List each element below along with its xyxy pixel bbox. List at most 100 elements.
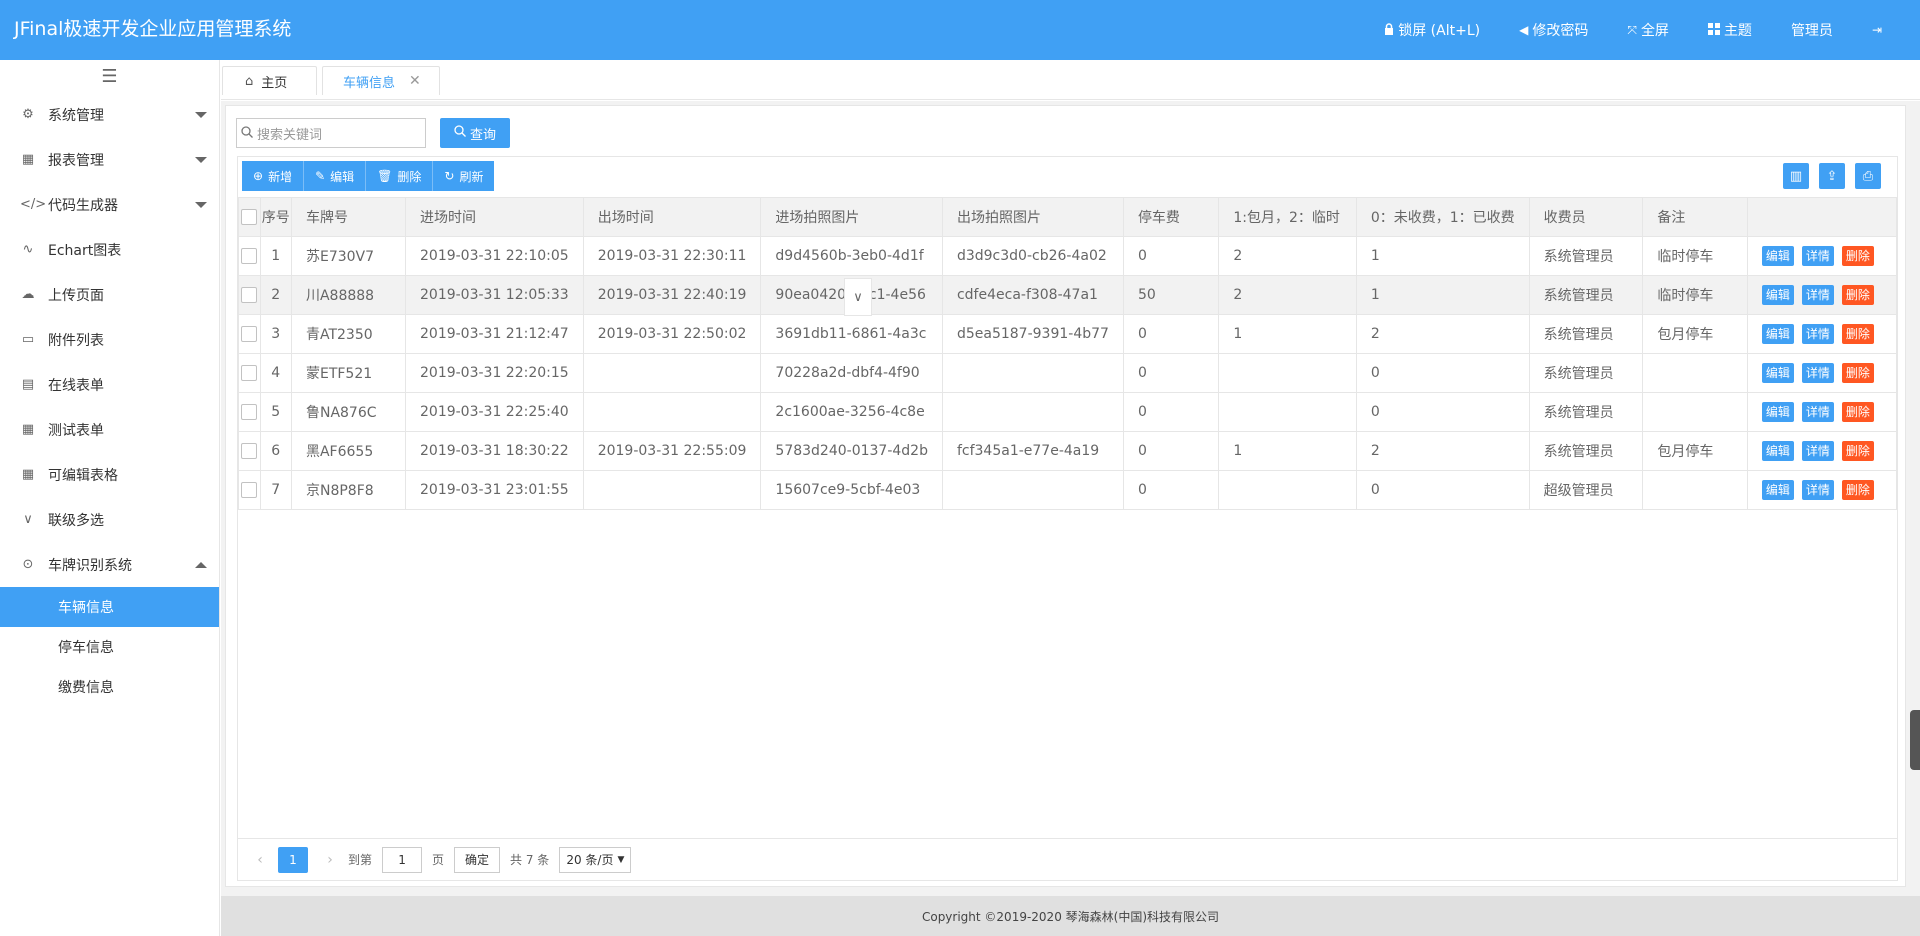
sidebar-item-attachments[interactable]: ▭ 附件列表	[0, 317, 219, 362]
col-header[interactable]: 出场时间	[582, 197, 762, 237]
side-scroll-handle[interactable]	[1910, 710, 1920, 770]
row-detail-button[interactable]: 详情	[1801, 324, 1834, 344]
sidebar-item-echart[interactable]: ∿ Echart图表	[0, 227, 219, 272]
row-delete-button[interactable]: 删除	[1841, 480, 1874, 500]
refresh-button[interactable]: ↻ 刷新	[433, 161, 495, 191]
row-checkbox[interactable]	[238, 353, 261, 393]
logout-button[interactable]: ⇥	[1872, 23, 1886, 37]
goto-page-input[interactable]: 1	[382, 846, 423, 873]
table-header-row: 序号 车牌号 进场时间 出场时间 进场拍照图片 出场拍照图片 停车费 1:包月，…	[238, 197, 1898, 237]
col-header[interactable]: 0：未收费，1：已收费	[1355, 197, 1530, 237]
export-icon[interactable]: ⇪	[1819, 163, 1845, 189]
tab-vehicle-info[interactable]: 车辆信息 ✕	[322, 66, 440, 95]
edit-button[interactable]: ✎ 编辑	[304, 161, 367, 191]
row-delete-button[interactable]: 删除	[1841, 324, 1874, 344]
table-cell: 1	[1355, 275, 1530, 315]
close-icon[interactable]: ✕	[409, 73, 421, 89]
row-detail-button[interactable]: 详情	[1801, 285, 1834, 305]
sidebar-sub-vehicle-info[interactable]: 车辆信息	[0, 587, 219, 627]
sidebar-item-codegen[interactable]: </> 代码生成器	[0, 182, 219, 227]
select-all-checkbox[interactable]	[238, 197, 261, 237]
row-edit-button[interactable]: 编辑	[1761, 324, 1794, 344]
search-button[interactable]: 查询	[440, 118, 510, 148]
page-size-select[interactable]: 20 条/页 ▼	[559, 846, 632, 873]
row-checkbox[interactable]	[238, 236, 261, 276]
row-delete-button[interactable]: 删除	[1841, 441, 1874, 461]
sidebar-item-plate-system[interactable]: ⊙ 车牌识别系统	[0, 542, 219, 587]
row-delete-button[interactable]: 删除	[1841, 246, 1874, 266]
row-checkbox[interactable]	[238, 431, 261, 471]
sidebar-toggle[interactable]: ☰	[0, 60, 219, 92]
col-header[interactable]: 进场拍照图片	[760, 197, 943, 237]
pagination: ‹ 1 › 到第 1 页 确定 共 7 条 20 条/页 ▼	[238, 838, 1897, 880]
table-cell: 包月停车	[1642, 314, 1748, 354]
row-checkbox[interactable]	[238, 392, 261, 432]
row-checkbox[interactable]	[238, 470, 261, 510]
table-cell: 0	[1355, 392, 1530, 432]
sidebar-item-system[interactable]: ⚙ 系统管理	[0, 92, 219, 137]
sidebar-item-report[interactable]: ▦ 报表管理	[0, 137, 219, 182]
table-cell: 2	[1218, 236, 1357, 276]
sidebar-item-online-form[interactable]: ▤ 在线表单	[0, 362, 219, 407]
col-header[interactable]: 收费员	[1528, 197, 1644, 237]
delete-button[interactable]: 🗑 删除	[366, 161, 434, 191]
row-delete-button[interactable]: 删除	[1841, 402, 1874, 422]
sidebar-item-label: 上传页面	[48, 287, 104, 304]
row-edit-button[interactable]: 编辑	[1761, 480, 1794, 500]
col-header[interactable]: 进场时间	[405, 197, 584, 237]
page-number-current[interactable]: 1	[278, 846, 308, 873]
theme-button[interactable]: 主题	[1707, 20, 1752, 40]
row-detail-button[interactable]: 详情	[1801, 246, 1834, 266]
row-detail-button[interactable]: 详情	[1801, 363, 1834, 383]
next-page-icon[interactable]: ›	[320, 852, 340, 868]
sidebar-sub-parking-info[interactable]: 停车信息	[0, 627, 219, 667]
user-menu[interactable]: 管理员	[1791, 20, 1833, 40]
row-edit-button[interactable]: 编辑	[1761, 402, 1794, 422]
col-header[interactable]: 出场拍照图片	[941, 197, 1124, 237]
row-delete-button[interactable]: 删除	[1841, 285, 1874, 305]
search-input[interactable]: 搜索关键词	[236, 118, 426, 148]
table-row[interactable]: 7 京N8P8F8 2019-03-31 23:01:55 15607ce9-5cbf…	[238, 470, 1898, 510]
row-detail-button[interactable]: 详情	[1801, 480, 1834, 500]
table-row[interactable]: 3 青AT2350 2019-03-31 21:12:47 2019-03-31 22…	[238, 314, 1898, 354]
sidebar-item-editable-table[interactable]: ▦ 可编辑表格	[0, 452, 219, 497]
col-header[interactable]: 1:包月，2：临时	[1218, 197, 1357, 237]
table-cell: 临时停车	[1642, 275, 1748, 315]
pencil-icon: ✎	[315, 169, 326, 183]
row-edit-button[interactable]: 编辑	[1761, 363, 1794, 383]
columns-filter-icon[interactable]: ▥	[1783, 163, 1809, 189]
sidebar-sub-payment-info[interactable]: 缴费信息	[0, 667, 219, 707]
row-detail-button[interactable]: 详情	[1801, 441, 1834, 461]
prev-page-icon[interactable]: ‹	[250, 852, 270, 868]
table-row[interactable]: 6 黑AF6655 2019-03-31 18:30:22 2019-03-31 22…	[238, 431, 1898, 471]
row-delete-button[interactable]: 删除	[1841, 363, 1874, 383]
change-password-button[interactable]: ◀ 修改密码	[1519, 20, 1588, 40]
goto-confirm-button[interactable]: 确定	[454, 846, 501, 873]
row-edit-button[interactable]: 编辑	[1761, 441, 1794, 461]
add-button[interactable]: ⊕ 新增	[242, 161, 305, 191]
table-cell	[582, 392, 762, 432]
table-row[interactable]: 4 蒙ETF521 2019-03-31 22:20:15 70228a2d-dbf4…	[238, 353, 1898, 393]
row-edit-button[interactable]: 编辑	[1761, 285, 1794, 305]
col-header[interactable]: 车牌号	[290, 197, 407, 237]
table-row[interactable]: 1 苏E730V7 2019-03-31 22:10:05 2019-03-31 22…	[238, 236, 1898, 276]
row-checkbox[interactable]	[238, 275, 261, 315]
col-header[interactable]: 备注	[1642, 197, 1748, 237]
row-edit-button[interactable]: 编辑	[1761, 246, 1794, 266]
table-row[interactable]: 5 鲁NA876C 2019-03-31 22:25:40 2c1600ae-3256…	[238, 392, 1898, 432]
table-cell	[941, 470, 1124, 510]
sidebar-item-test-form[interactable]: ▦ 测试表单	[0, 407, 219, 452]
fullscreen-button[interactable]: ⤧ 全屏	[1627, 20, 1669, 40]
table-cell: 3691db11-6861-4a3c	[760, 314, 943, 354]
table-toolbar: ⊕ 新增 ✎ 编辑 🗑 删除 ↻ 刷新 ▥ ⇪ ⎙	[238, 157, 1897, 197]
table-row[interactable]: 2 川A88888 2019-03-31 12:05:33 2019-03-31 22…	[238, 275, 1898, 315]
lock-screen-button[interactable]: 锁屏 (Alt+L)	[1384, 20, 1480, 40]
cell-expand-icon[interactable]: ∨	[844, 278, 872, 316]
row-checkbox[interactable]	[238, 314, 261, 354]
sidebar-item-cascade[interactable]: ∨ 联级多选	[0, 497, 219, 542]
sidebar-item-upload[interactable]: ☁ 上传页面	[0, 272, 219, 317]
print-icon[interactable]: ⎙	[1855, 163, 1881, 189]
col-header[interactable]: 停车费	[1122, 197, 1220, 237]
tab-home[interactable]: ⌂ 主页	[222, 66, 317, 95]
row-detail-button[interactable]: 详情	[1801, 402, 1834, 422]
